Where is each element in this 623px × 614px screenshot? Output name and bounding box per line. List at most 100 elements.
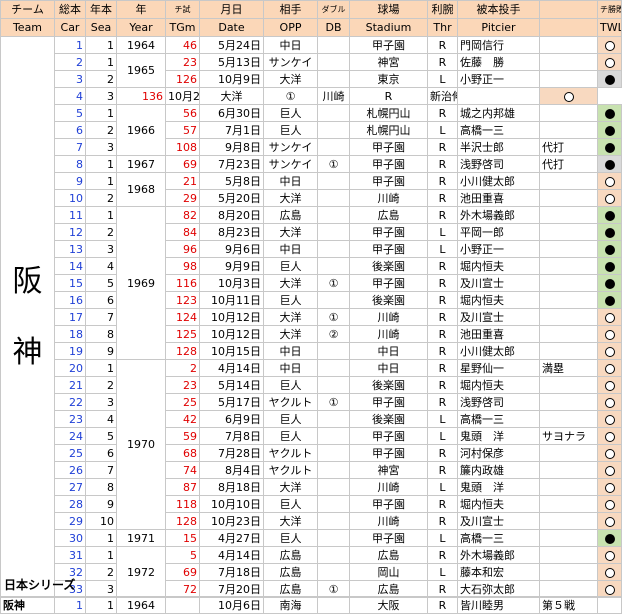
opp-cell: 中日 [263, 342, 318, 360]
tgm-cell: 124 [165, 308, 200, 326]
table-row: 23 4 42 6月9日 巨人 後楽園 L 高橋一三 [1, 410, 622, 428]
open-circle-icon [604, 57, 615, 68]
col-team-jp: チーム [0, 0, 55, 19]
pitcher-cell: 及川宣士 [457, 308, 540, 326]
stadium-cell: 後楽園 [349, 291, 428, 309]
opp-cell: 中日 [263, 172, 318, 190]
twl-cell [597, 291, 622, 309]
car-cell: 12 [54, 223, 86, 241]
twl-cell [597, 155, 622, 173]
thr-cell: L [427, 70, 458, 88]
thr-cell: R [427, 342, 458, 360]
pitcher-cell: 高橋一三 [457, 529, 540, 547]
pitcher-cell: 門岡信行 [457, 36, 540, 54]
pitcher-cell: 堀内恒夫 [457, 291, 540, 309]
sea-cell: 2 [85, 563, 117, 581]
thr-cell: R [427, 308, 458, 326]
tgm-cell: 128 [165, 512, 200, 530]
db-cell [317, 512, 350, 530]
tgm-cell: 108 [165, 138, 200, 156]
date-cell: 4月27日 [199, 529, 264, 547]
car-cell: 24 [54, 427, 86, 445]
date-cell: 5月20日 [199, 189, 264, 207]
thr-cell: L [427, 563, 458, 581]
pitcher-cell: 池田重喜 [457, 189, 540, 207]
car-cell: 3 [54, 70, 86, 88]
header-row-en: Team Car Sea Year TGm Date OPP DB Stadiu… [0, 18, 622, 37]
japan-series-title: 日本シリーズ [4, 578, 76, 592]
year-cell: 1967 [116, 155, 166, 173]
open-circle-icon [604, 312, 615, 323]
col-car-jp: 総本 [54, 0, 86, 19]
sea-cell: 1 [85, 546, 117, 564]
tgm-cell: 29 [165, 189, 200, 207]
tgm-cell: 21 [165, 172, 200, 190]
sea-cell: 3 [85, 580, 117, 598]
col-tgm-jp: チ試 [165, 0, 200, 19]
pitcher-cell: 簾内政雄 [457, 461, 540, 479]
col-sea: Sea [85, 18, 117, 37]
col-db-jp: ダブル [317, 0, 350, 19]
car-cell: 4 [54, 87, 86, 105]
note-cell [539, 563, 598, 581]
open-circle-icon [604, 550, 615, 561]
db-cell [317, 53, 350, 71]
sea-cell: 10 [85, 512, 117, 530]
date-cell: 7月1日 [199, 121, 264, 139]
date-cell: 10月15日 [199, 342, 264, 360]
open-circle-icon [604, 448, 615, 459]
sea-cell: 8 [85, 478, 117, 496]
db-cell [317, 427, 350, 445]
tgm-cell: 42 [165, 410, 200, 428]
thr-cell: R [427, 393, 458, 411]
filled-circle-icon [604, 227, 615, 238]
db-cell [317, 410, 350, 428]
tgm-cell: 116 [165, 274, 200, 292]
tgm-cell: 126 [165, 70, 200, 88]
note-cell [539, 240, 598, 258]
sea-cell: 3 [85, 393, 117, 411]
sea-cell: 3 [85, 240, 117, 258]
car-cell: 11 [54, 206, 86, 224]
table-row: 18 8 125 10月12日 大洋 ② 川崎 R 池田重喜 [1, 325, 622, 343]
stadium-cell: 広島 [349, 206, 428, 224]
ns-twl [597, 596, 622, 614]
thr-cell: R [427, 461, 458, 479]
note-cell: 満塁 [539, 359, 598, 377]
thr-cell: R [427, 444, 458, 462]
header-row-jp: チーム 総本 年本 年 チ試 月日 相手 ダブル 球場 利腕 被本投手 チ勝敗 [0, 0, 622, 19]
db-cell [317, 495, 350, 513]
year-cell: 1972 [116, 546, 166, 598]
opp-cell: 中日 [263, 359, 318, 377]
pitcher-cell: 堀内恒夫 [457, 376, 540, 394]
twl-cell [597, 444, 622, 462]
db-cell [317, 172, 350, 190]
twl-cell [597, 172, 622, 190]
stadium-cell: 広島 [349, 580, 428, 598]
note-cell [539, 308, 598, 326]
db-cell: ① [317, 274, 350, 292]
thr-cell: L [427, 223, 458, 241]
note-cell [539, 189, 598, 207]
tgm-cell: 69 [165, 563, 200, 581]
car-cell: 20 [54, 359, 86, 377]
table-row: 8 1 1967 69 7月23日 サンケイ ① 甲子園 R 浅野啓司 代打 [1, 155, 622, 173]
twl-cell [597, 189, 622, 207]
twl-cell [597, 70, 622, 88]
open-circle-icon [604, 567, 615, 578]
date-cell: 5月13日 [199, 53, 264, 71]
date-cell: 7月28日 [199, 444, 264, 462]
filled-circle-icon [604, 74, 615, 85]
car-cell: 2 [54, 53, 86, 71]
ns-pitcher: 皆川睦男 [457, 596, 540, 614]
filled-circle-icon [604, 210, 615, 221]
table-row: 31 1 1972 5 4月14日 広島 広島 R 外木場義郎 [1, 546, 622, 598]
stadium-cell: 甲子園 [349, 138, 428, 156]
db-cell [317, 104, 350, 122]
sea-cell: 3 [85, 138, 117, 156]
twl-cell [597, 393, 622, 411]
thr-cell: R [427, 546, 458, 564]
home-run-table: チーム 総本 年本 年 チ試 月日 相手 ダブル 球場 利腕 被本投手 チ勝敗 … [0, 0, 622, 598]
tgm-cell: 57 [165, 121, 200, 139]
db-cell: ① [317, 155, 350, 173]
